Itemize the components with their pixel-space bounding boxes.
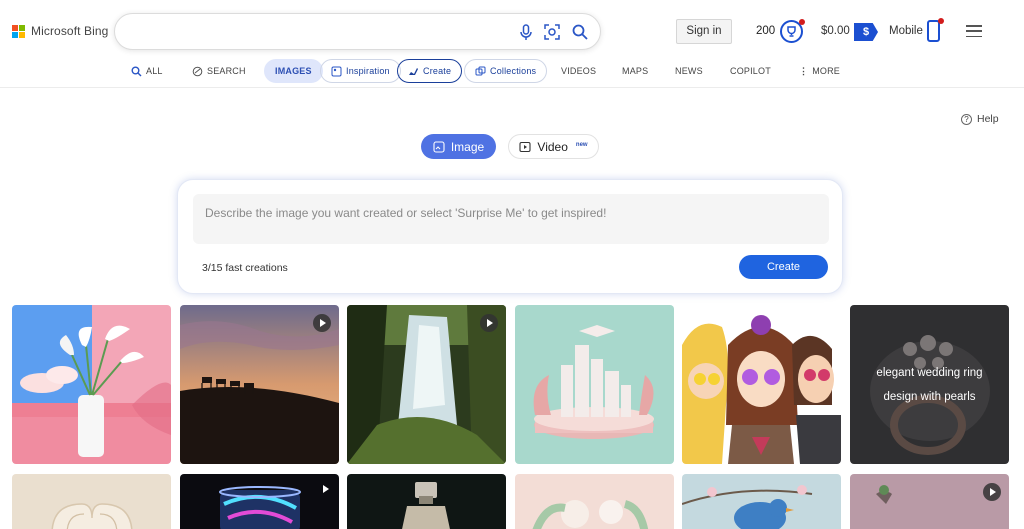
gallery-tile-paper-flowers[interactable] [515, 474, 674, 529]
chat-search-icon [192, 66, 203, 76]
menu-icon[interactable] [966, 25, 982, 37]
tab-copilot[interactable]: COPILOT [730, 59, 771, 83]
floating-island-image [850, 474, 1009, 529]
create-button[interactable]: Create [739, 255, 828, 279]
tab-news-label: NEWS [675, 66, 703, 76]
gallery-tile-neon-glass[interactable] [180, 474, 339, 529]
gallery-tile-floating-island[interactable] [850, 474, 1009, 529]
video-play-icon[interactable] [313, 314, 331, 332]
bing-logo[interactable]: Microsoft Bing [12, 24, 108, 38]
microphone-icon[interactable] [517, 23, 535, 41]
bluebird-image [682, 474, 841, 529]
tab-videos[interactable]: VIDEOS [561, 59, 596, 83]
tab-images-label: IMAGES [275, 66, 312, 76]
prompt-input[interactable]: Describe the image you want created or s… [193, 194, 829, 244]
image-mode-label: Image [450, 139, 485, 154]
video-mode-button[interactable]: Video new [508, 134, 599, 159]
tab-create-label: Create [423, 66, 452, 76]
paper-city-image [515, 305, 674, 464]
rewards-trophy-icon[interactable] [780, 19, 805, 43]
neon-glass-image [180, 474, 339, 529]
tab-images[interactable]: IMAGES [264, 59, 323, 83]
brand-name: Microsoft Bing [31, 24, 109, 38]
mobile-label[interactable]: Mobile [889, 25, 923, 37]
tab-maps-label: MAPS [622, 66, 649, 76]
anime-characters-image [682, 305, 841, 464]
video-mode-label: Video [537, 139, 568, 154]
tile-caption-line-1: elegant wedding ring [876, 367, 983, 379]
tab-more[interactable]: ⋮ MORE [799, 59, 840, 83]
notification-dot [938, 18, 944, 24]
tab-search-label: SEARCH [207, 66, 246, 76]
tab-maps[interactable]: MAPS [622, 59, 648, 83]
tab-create[interactable]: Create [397, 59, 463, 83]
paper-hearts-image [12, 474, 171, 529]
visual-search-icon[interactable] [543, 23, 561, 41]
video-play-icon[interactable] [983, 483, 1001, 501]
perfume-bottle-image [347, 474, 506, 529]
tile-caption-line-2: design with pearls [883, 391, 976, 403]
gallery-tile-anime-trio[interactable] [682, 305, 841, 464]
sign-in-button[interactable]: Sign in [676, 19, 732, 44]
new-badge: new [575, 141, 588, 148]
rewards-points[interactable]: 200 [756, 25, 775, 37]
gallery-tile-desert-camels[interactable] [180, 305, 339, 464]
tab-collections-label: Collections [490, 66, 537, 76]
inspiration-icon [331, 66, 342, 76]
help-icon: ? [961, 113, 972, 125]
microsoft-logo-icon [12, 24, 25, 38]
header: Microsoft Bing Sign in 200 $0.00 $ Mobil… [0, 0, 1024, 62]
tab-inspiration[interactable]: Inspiration [320, 59, 401, 83]
tile-caption: elegant wedding ring design with pearls [850, 361, 1009, 409]
tab-inspiration-label: Inspiration [346, 66, 390, 76]
video-create-icon [519, 141, 531, 152]
gallery-tile-paper-city[interactable] [515, 305, 674, 464]
search-input[interactable] [114, 13, 601, 50]
paper-flowers-image [515, 474, 674, 529]
tab-all-label: ALL [146, 66, 163, 76]
gallery-tile-calla-lilies[interactable] [12, 305, 171, 464]
image-creator-card: Describe the image you want created or s… [177, 179, 843, 294]
gallery-tile-bird[interactable] [682, 474, 841, 529]
image-create-icon [433, 140, 445, 153]
image-mode-button[interactable]: Image [421, 134, 496, 159]
collections-icon [475, 66, 486, 75]
help-label: Help [977, 113, 999, 125]
help-link[interactable]: ? Help [961, 113, 999, 125]
vertical-nav: ALL SEARCH IMAGES Inspiration Create Col… [0, 58, 1024, 88]
gallery-tile-paper-hearts[interactable] [12, 474, 171, 529]
dollar-icon[interactable]: $ [854, 23, 878, 41]
search-icon [131, 66, 142, 76]
more-dots-icon: ⋮ [799, 65, 809, 76]
rewards-balance[interactable]: $0.00 [821, 25, 850, 37]
mobile-phone-icon[interactable] [927, 18, 944, 42]
search-icon[interactable] [571, 23, 589, 41]
tab-more-label: MORE [812, 66, 841, 76]
gallery-tile-wedding-ring[interactable]: elegant wedding ring design with pearls [850, 305, 1009, 464]
tab-videos-label: VIDEOS [561, 66, 597, 76]
video-play-icon[interactable] [323, 485, 329, 493]
calla-lilies-image [12, 305, 171, 464]
notification-dot [799, 19, 805, 25]
gallery-tile-perfume[interactable] [347, 474, 506, 529]
create-brush-icon [409, 67, 418, 75]
fast-creations-count: 3/15 fast creations [202, 262, 288, 274]
video-play-icon[interactable] [480, 314, 498, 332]
tab-copilot-label: COPILOT [730, 66, 771, 76]
tab-news[interactable]: NEWS [675, 59, 703, 83]
gallery-tile-waterfall[interactable] [347, 305, 506, 464]
tab-collections[interactable]: Collections [464, 59, 548, 83]
tab-all[interactable]: ALL [131, 59, 163, 83]
tab-search[interactable]: SEARCH [192, 59, 246, 83]
